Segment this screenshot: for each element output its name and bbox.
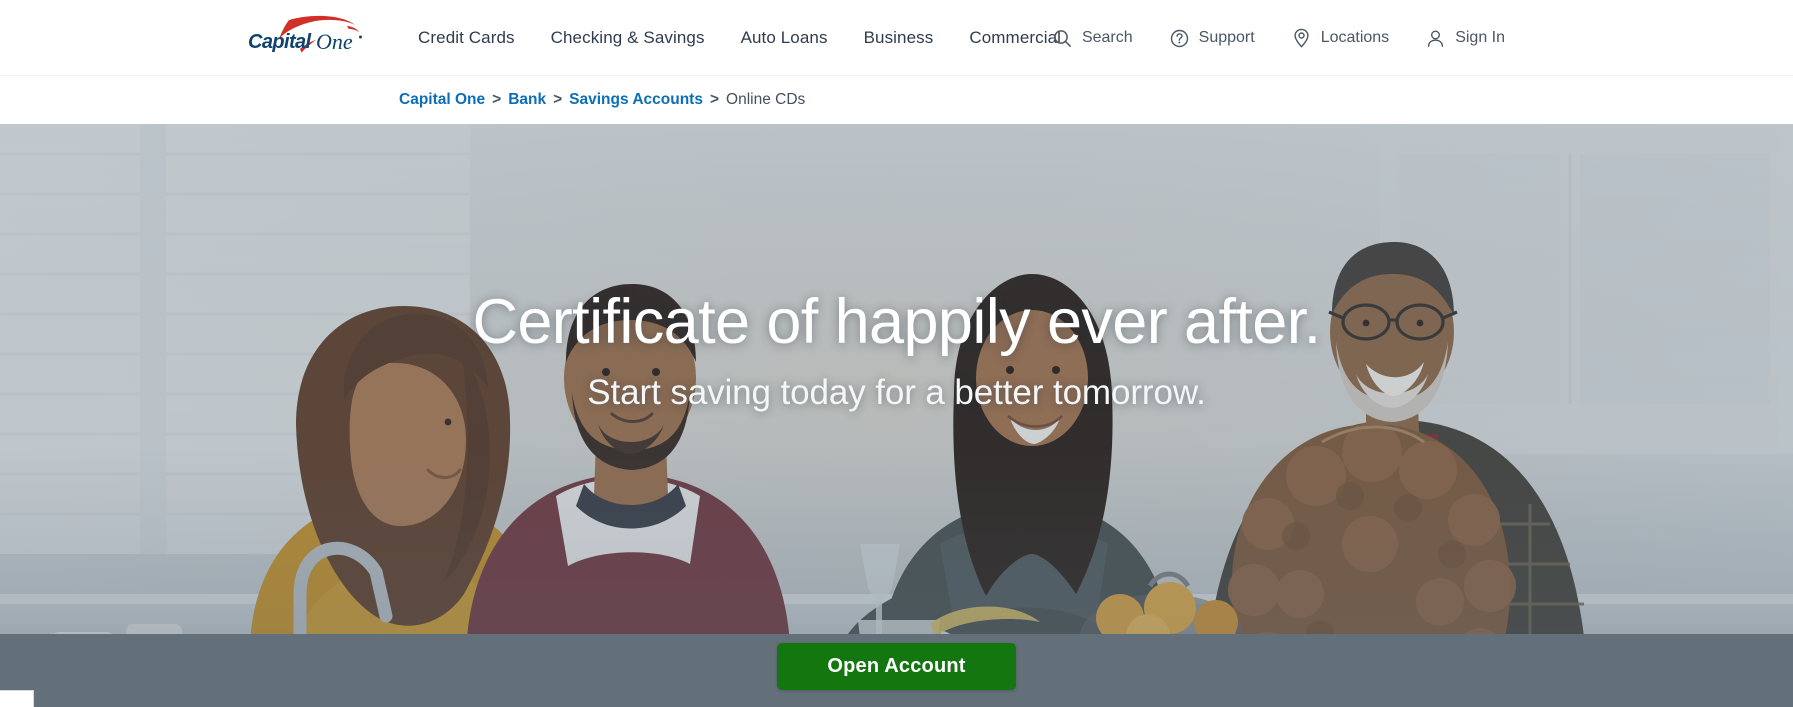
capital-one-logo[interactable]: Capital One xyxy=(247,14,367,60)
site-header: Capital One Credit Cards Checking & Savi… xyxy=(0,0,1793,76)
map-pin-icon xyxy=(1291,28,1312,49)
hero-photograph xyxy=(0,124,1793,707)
breadcrumb-separator: > xyxy=(709,91,720,108)
nav-item-business[interactable]: Business xyxy=(864,22,934,54)
utility-item-sign-in[interactable]: Sign In xyxy=(1425,28,1505,49)
person-icon xyxy=(1425,28,1446,49)
utility-item-label: Sign In xyxy=(1455,29,1505,46)
breadcrumb: Capital One > Bank > Savings Accounts > … xyxy=(399,91,805,109)
breadcrumb-item-savings-accounts[interactable]: Savings Accounts xyxy=(569,91,703,109)
utility-item-locations[interactable]: Locations xyxy=(1291,28,1390,49)
browser-status-chip xyxy=(0,690,34,707)
nav-item-commercial[interactable]: Commercial xyxy=(969,22,1061,54)
breadcrumb-item-capital-one[interactable]: Capital One xyxy=(399,91,485,109)
breadcrumb-item-current: Online CDs xyxy=(726,91,806,108)
utility-item-search[interactable]: Search xyxy=(1052,28,1133,49)
utility-item-support[interactable]: Support xyxy=(1169,28,1255,49)
hero-banner: Certificate of happily ever after. Start… xyxy=(0,124,1793,707)
nav-item-auto-loans[interactable]: Auto Loans xyxy=(741,22,828,54)
hero-cta-container: Open Account xyxy=(0,643,1793,690)
nav-item-credit-cards[interactable]: Credit Cards xyxy=(418,22,515,54)
svg-text:Capital: Capital xyxy=(248,31,312,53)
breadcrumb-separator: > xyxy=(553,91,563,108)
breadcrumb-separator: > xyxy=(492,91,502,108)
search-icon xyxy=(1052,28,1073,49)
page-root: Capital One Credit Cards Checking & Savi… xyxy=(0,0,1793,707)
breadcrumb-item-bank[interactable]: Bank xyxy=(508,91,546,109)
nav-item-checking-savings[interactable]: Checking & Savings xyxy=(551,22,705,54)
utility-item-label: Locations xyxy=(1320,29,1390,46)
utility-navigation: Search Support Locations Sign In xyxy=(1052,0,1505,76)
breadcrumb-bar: Capital One > Bank > Savings Accounts > … xyxy=(0,76,1793,124)
question-circle-icon xyxy=(1169,28,1190,49)
primary-navigation: Credit Cards Checking & Savings Auto Loa… xyxy=(418,0,1061,76)
utility-item-label: Search xyxy=(1081,29,1133,46)
utility-item-label: Support xyxy=(1198,29,1255,46)
open-account-button[interactable]: Open Account xyxy=(777,643,1016,690)
svg-text:One: One xyxy=(316,29,353,54)
